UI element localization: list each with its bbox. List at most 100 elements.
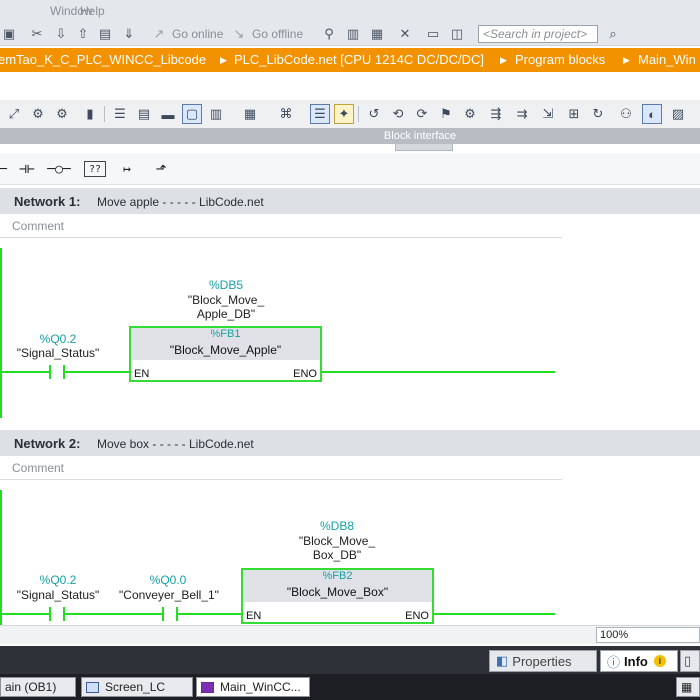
wire: [64, 613, 163, 615]
diagnostics-icon: ▯: [684, 653, 692, 668]
call-structure-icon[interactable]: ⇶: [486, 104, 506, 124]
db-symbol-line1[interactable]: "Block_Move_: [287, 534, 387, 548]
close-all-icon[interactable]: ▬: [158, 104, 178, 124]
dependency-icon[interactable]: ⇲: [538, 104, 558, 124]
db-symbol-line1[interactable]: "Block_Move_: [176, 293, 276, 307]
breadcrumb-arrow-icon: ▶: [220, 55, 227, 65]
users-icon[interactable]: ⚇: [616, 104, 636, 124]
go-to-error-icon[interactable]: ↺: [364, 104, 384, 124]
monitor-all-icon[interactable]: ▨: [668, 104, 688, 124]
fb-name: "Block_Move_Apple": [169, 343, 282, 357]
next-error-icon[interactable]: ⟳: [412, 104, 432, 124]
function-block-apple[interactable]: %FB1 "Block_Move_Apple" EN ENO: [129, 326, 322, 382]
fb-header: %FB2 "Block_Move_Box": [243, 570, 432, 602]
taskbar-overview-button[interactable]: ▦: [676, 677, 700, 697]
output-coil-icon[interactable]: ─○─: [44, 159, 74, 179]
compile-icon[interactable]: ▤: [96, 25, 114, 43]
highlight-icon[interactable]: ✦: [334, 104, 354, 124]
go-offline-button[interactable]: Go offline: [252, 27, 303, 41]
stop-cpu-icon[interactable]: ▦: [368, 25, 386, 43]
save-icon[interactable]: ▣: [0, 25, 18, 43]
split-vertical-icon[interactable]: ◫: [448, 25, 466, 43]
grid-icon[interactable]: ☰: [310, 104, 330, 124]
wire-icon[interactable]: ─: [0, 159, 8, 179]
contact-symbol[interactable]: "Conveyer_Bell_1": [115, 588, 223, 602]
monitor-icon[interactable]: ▮: [80, 104, 100, 124]
network-2-header[interactable]: Network 2: Move box - - - - - LibCode.ne…: [0, 430, 700, 456]
tab-diagnostics[interactable]: ▯: [680, 650, 700, 672]
contact-address[interactable]: %Q0.0: [118, 573, 218, 587]
block-interface-grip[interactable]: [395, 144, 453, 151]
go-offline-icon[interactable]: ↘: [230, 25, 248, 43]
assignment-icon[interactable]: ⇉: [512, 104, 532, 124]
split-horizontal-icon[interactable]: ▭: [424, 25, 442, 43]
empty-box-icon[interactable]: ??: [84, 161, 106, 177]
eno-pin[interactable]: ENO: [405, 610, 429, 622]
cut-icon[interactable]: ✂: [28, 25, 46, 43]
network-2-description[interactable]: Move box - - - - - LibCode.net: [97, 437, 254, 451]
network-2-comment[interactable]: Comment: [0, 456, 562, 480]
network-1-description[interactable]: Move apple - - - - - LibCode.net: [97, 195, 264, 209]
search-icon[interactable]: ⌕: [604, 25, 622, 43]
go-online-icon[interactable]: ↗: [150, 25, 168, 43]
absolute-operands-icon[interactable]: ▥: [206, 104, 226, 124]
delete-network-icon[interactable]: ⚙: [28, 104, 48, 124]
en-pin[interactable]: EN: [134, 368, 149, 380]
contact-address[interactable]: %Q0.2: [10, 332, 106, 346]
networks-list-icon[interactable]: ☰: [110, 104, 130, 124]
db-address[interactable]: %DB5: [176, 278, 276, 292]
monitoring-on-off-icon[interactable]: ◐: [642, 104, 662, 124]
download-icon[interactable]: ⇩: [52, 25, 70, 43]
refresh-icon[interactable]: ↻: [588, 104, 608, 124]
tab-properties[interactable]: ◧ Properties: [489, 650, 597, 672]
breadcrumb-block[interactable]: Main_Win: [638, 52, 696, 67]
menu-bar: Window Help: [0, 0, 700, 22]
taskbar-item-screen-lc[interactable]: Screen_LC: [81, 677, 193, 697]
search-input[interactable]: <Search in project>: [478, 25, 598, 43]
taskbar-item-main-ob1[interactable]: ain (OB1): [0, 677, 76, 697]
contact-symbol[interactable]: "Signal_Status": [8, 588, 108, 602]
db-symbol-line2[interactable]: Box_DB": [287, 548, 387, 562]
function-block-box[interactable]: %FB2 "Block_Move_Box" EN ENO: [241, 568, 434, 624]
breadcrumb-program-blocks[interactable]: Program blocks: [515, 52, 605, 67]
en-pin[interactable]: EN: [246, 610, 261, 622]
tab-info[interactable]: ⓘ Info i: [600, 650, 678, 672]
tab-info-label: Info: [624, 653, 648, 669]
accessible-devices-icon[interactable]: ⚲: [320, 25, 338, 43]
module-icon[interactable]: ⊞: [564, 104, 584, 124]
go-online-button[interactable]: Go online: [172, 27, 223, 41]
cross-reference-icon[interactable]: ⚑: [436, 104, 456, 124]
breadcrumb-project[interactable]: emTao_K_C_PLC_WINCC_Libcode: [0, 52, 206, 67]
network-1-comment[interactable]: Comment: [0, 214, 562, 238]
menu-help[interactable]: Help: [80, 4, 105, 18]
contact-address[interactable]: %Q0.2: [10, 573, 106, 587]
insert-network-icon[interactable]: ⤢: [4, 104, 24, 124]
close-icon[interactable]: ✕: [396, 25, 414, 43]
contact-left-bar[interactable]: [49, 607, 51, 621]
close-branch-icon[interactable]: ⬏: [150, 159, 172, 179]
open-branch-icon[interactable]: ↦: [116, 159, 138, 179]
breadcrumb-plc[interactable]: PLC_LibCode.net [CPU 1214C DC/DC/DC]: [234, 52, 484, 67]
start-cpu-icon[interactable]: ▥: [344, 25, 362, 43]
previous-error-icon[interactable]: ⟲: [388, 104, 408, 124]
favorites-icon[interactable]: ▦: [240, 104, 260, 124]
db-address[interactable]: %DB8: [287, 519, 387, 533]
contact-left-bar[interactable]: [162, 607, 164, 621]
upload-icon[interactable]: ⇧: [74, 25, 92, 43]
insert-row-icon[interactable]: ⚙: [52, 104, 72, 124]
download-to-device-icon[interactable]: ⇓: [120, 25, 138, 43]
network-1-header[interactable]: Network 1: Move apple - - - - - LibCode.…: [0, 188, 700, 214]
comments-icon[interactable]: ▢: [182, 104, 202, 124]
eno-pin[interactable]: ENO: [293, 368, 317, 380]
normally-open-contact-icon[interactable]: ⊣⊢: [14, 159, 40, 179]
contact-left-bar[interactable]: [49, 365, 51, 379]
contact-symbol[interactable]: "Signal_Status": [8, 346, 108, 360]
db-symbol-line2[interactable]: Apple_DB": [176, 307, 276, 321]
taskbar-item-main-wincc[interactable]: Main_WinCC...: [196, 677, 310, 697]
block-interface-bar[interactable]: Block interface: [0, 128, 700, 144]
watch-icon[interactable]: ⚙: [460, 104, 480, 124]
zoom-input[interactable]: 100%: [596, 627, 700, 643]
open-all-icon[interactable]: ▤: [134, 104, 154, 124]
tag-info-icon[interactable]: ⌘: [276, 104, 296, 124]
overview-icon: ▦: [681, 680, 693, 694]
